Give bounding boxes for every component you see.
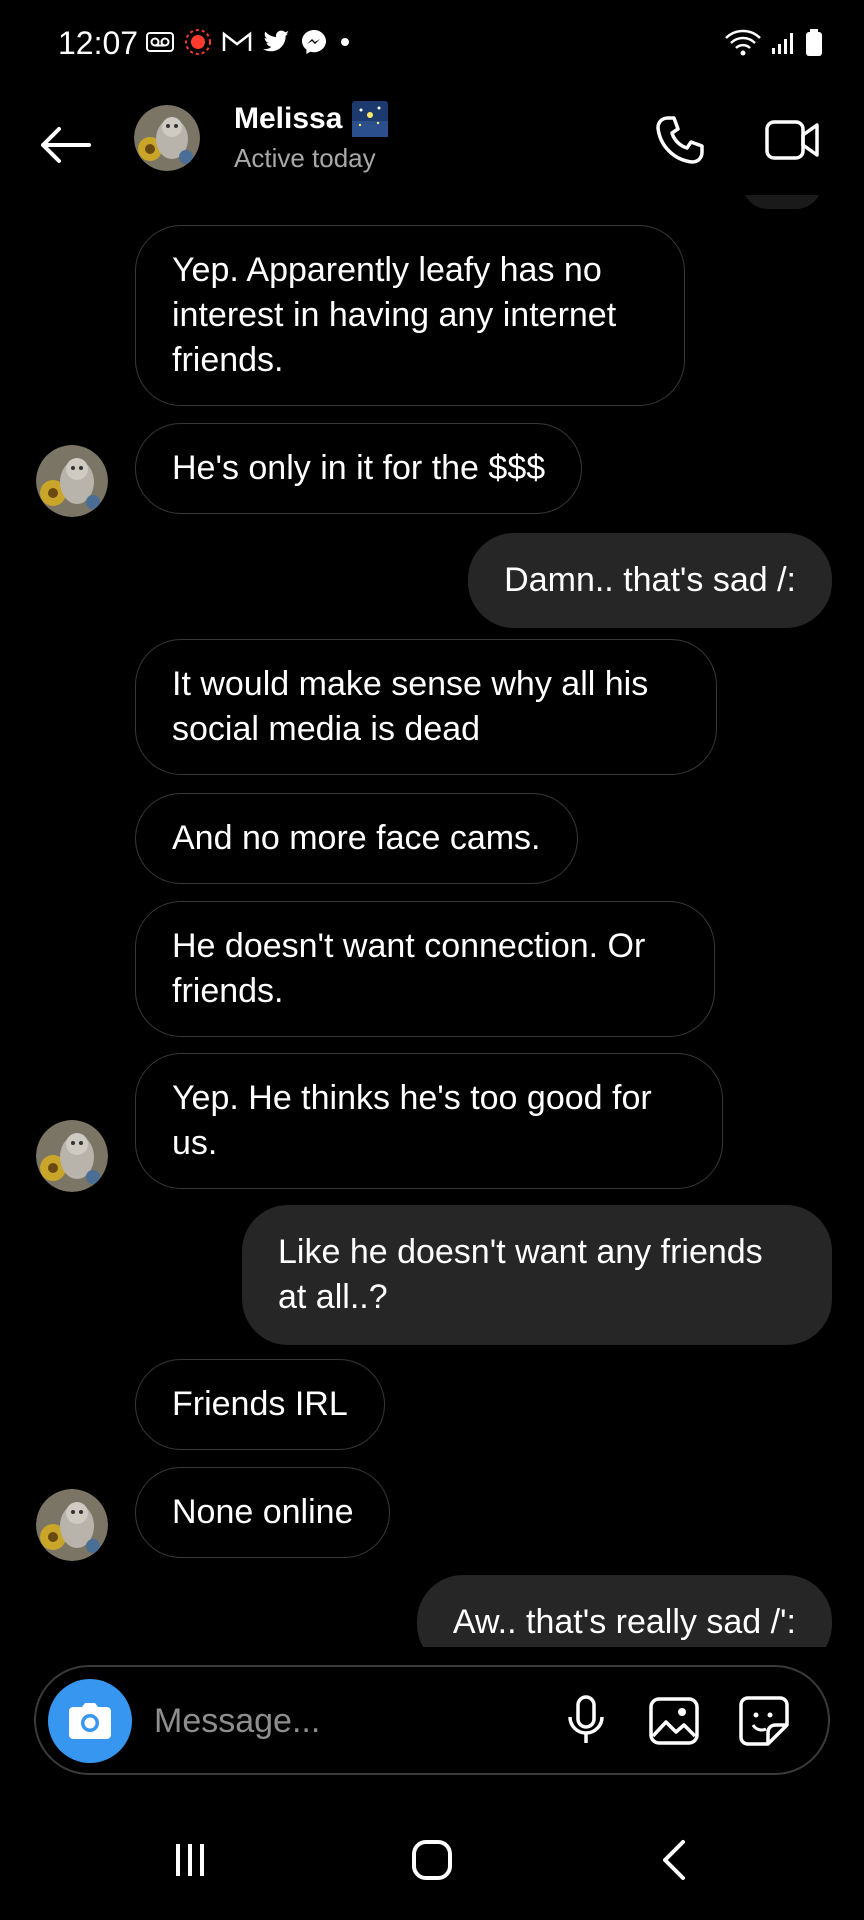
message-text: He doesn't want connection. Or friends.	[172, 927, 646, 1010]
message-text: Aw.. that's really sad /':	[452, 1603, 796, 1641]
status-bar: 12:07	[0, 0, 864, 90]
sparkle-night-sky-emoji	[352, 101, 389, 137]
phone-icon	[656, 116, 704, 164]
system-navigation-bar	[0, 1810, 864, 1920]
gmail-icon	[222, 31, 252, 51]
message-text: Friends IRL	[172, 1385, 348, 1423]
message-bubble-received[interactable]: None online	[135, 1467, 391, 1558]
contact-name-text: Melissa	[234, 102, 343, 135]
dot-icon	[341, 38, 349, 46]
gallery-button[interactable]	[644, 1691, 704, 1751]
message-text: He's only in it for the $$$	[172, 449, 546, 487]
message-input[interactable]	[152, 1691, 456, 1751]
message-bubble-received[interactable]: And no more face cams.	[135, 793, 578, 884]
sticker-icon	[739, 1696, 789, 1746]
wifi-icon	[725, 29, 761, 56]
message-text: Damn.. that's sad /:	[504, 561, 796, 599]
sender-avatar[interactable]	[36, 1120, 108, 1192]
recording-icon	[185, 29, 211, 55]
contact-name[interactable]: Melissa	[234, 101, 389, 137]
image-icon	[649, 1697, 699, 1745]
chevron-left-icon	[663, 1840, 685, 1880]
voicemail-icon	[146, 32, 174, 52]
contact-status: Active today	[234, 143, 376, 173]
home-icon	[412, 1840, 452, 1880]
sender-avatar[interactable]	[36, 445, 108, 517]
voice-call-button[interactable]	[650, 110, 710, 170]
video-camera-icon	[765, 120, 819, 160]
message-bubble-received[interactable]: He doesn't want connection. Or friends.	[135, 901, 715, 1037]
messenger-icon	[302, 30, 326, 54]
arrow-left-icon	[41, 127, 91, 163]
message-text: None online	[172, 1493, 354, 1531]
sticker-button[interactable]	[734, 1691, 794, 1751]
signal-icon	[772, 33, 793, 54]
system-status-icons	[724, 28, 824, 58]
message-bubble-sent[interactable]: Damn.. that's sad /:	[468, 533, 832, 628]
camera-button[interactable]	[48, 1679, 132, 1763]
camera-icon	[69, 1703, 111, 1739]
message-text: It would make sense why all his social m…	[172, 665, 649, 748]
message-text: Yep. Apparently leafy has no interest in…	[172, 251, 617, 379]
video-call-button[interactable]	[760, 110, 824, 170]
message-bubble-sent[interactable]: Aw.. that's really sad /':	[416, 1575, 832, 1647]
back-nav-button[interactable]	[634, 1830, 714, 1890]
message-text: Like he doesn't want any friends at all.…	[278, 1233, 763, 1316]
message-bubble-received[interactable]: Yep. Apparently leafy has no interest in…	[135, 225, 685, 406]
chat-header: Melissa Active today	[0, 95, 864, 195]
message-bubble-received[interactable]: He's only in it for the $$$	[135, 423, 583, 514]
recent-apps-button[interactable]	[150, 1830, 230, 1890]
voice-message-button[interactable]	[556, 1691, 616, 1751]
message-bubble-received[interactable]: Yep. He thinks he's too good for us.	[135, 1053, 723, 1189]
message-thread[interactable]: Yep. Apparently leafy has no interest in…	[0, 195, 864, 1647]
contact-avatar[interactable]	[134, 105, 200, 171]
back-button[interactable]	[30, 115, 100, 175]
message-bubble-sent[interactable]: Like he doesn't want any friends at all.…	[242, 1205, 832, 1345]
sender-avatar[interactable]	[36, 1489, 108, 1561]
battery-icon	[806, 29, 822, 56]
previous-message-edge	[742, 195, 822, 209]
message-bubble-received[interactable]: Friends IRL	[135, 1359, 385, 1450]
message-bubble-received[interactable]: It would make sense why all his social m…	[135, 639, 717, 775]
message-composer	[34, 1665, 830, 1775]
message-text: And no more face cams.	[172, 819, 541, 857]
twitter-icon	[263, 30, 289, 52]
message-text: Yep. He thinks he's too good for us.	[172, 1079, 652, 1162]
home-button[interactable]	[392, 1830, 472, 1890]
status-time: 12:07	[58, 25, 139, 61]
recent-apps-icon	[176, 1844, 204, 1876]
microphone-icon	[568, 1695, 604, 1743]
notification-icons	[146, 28, 352, 56]
